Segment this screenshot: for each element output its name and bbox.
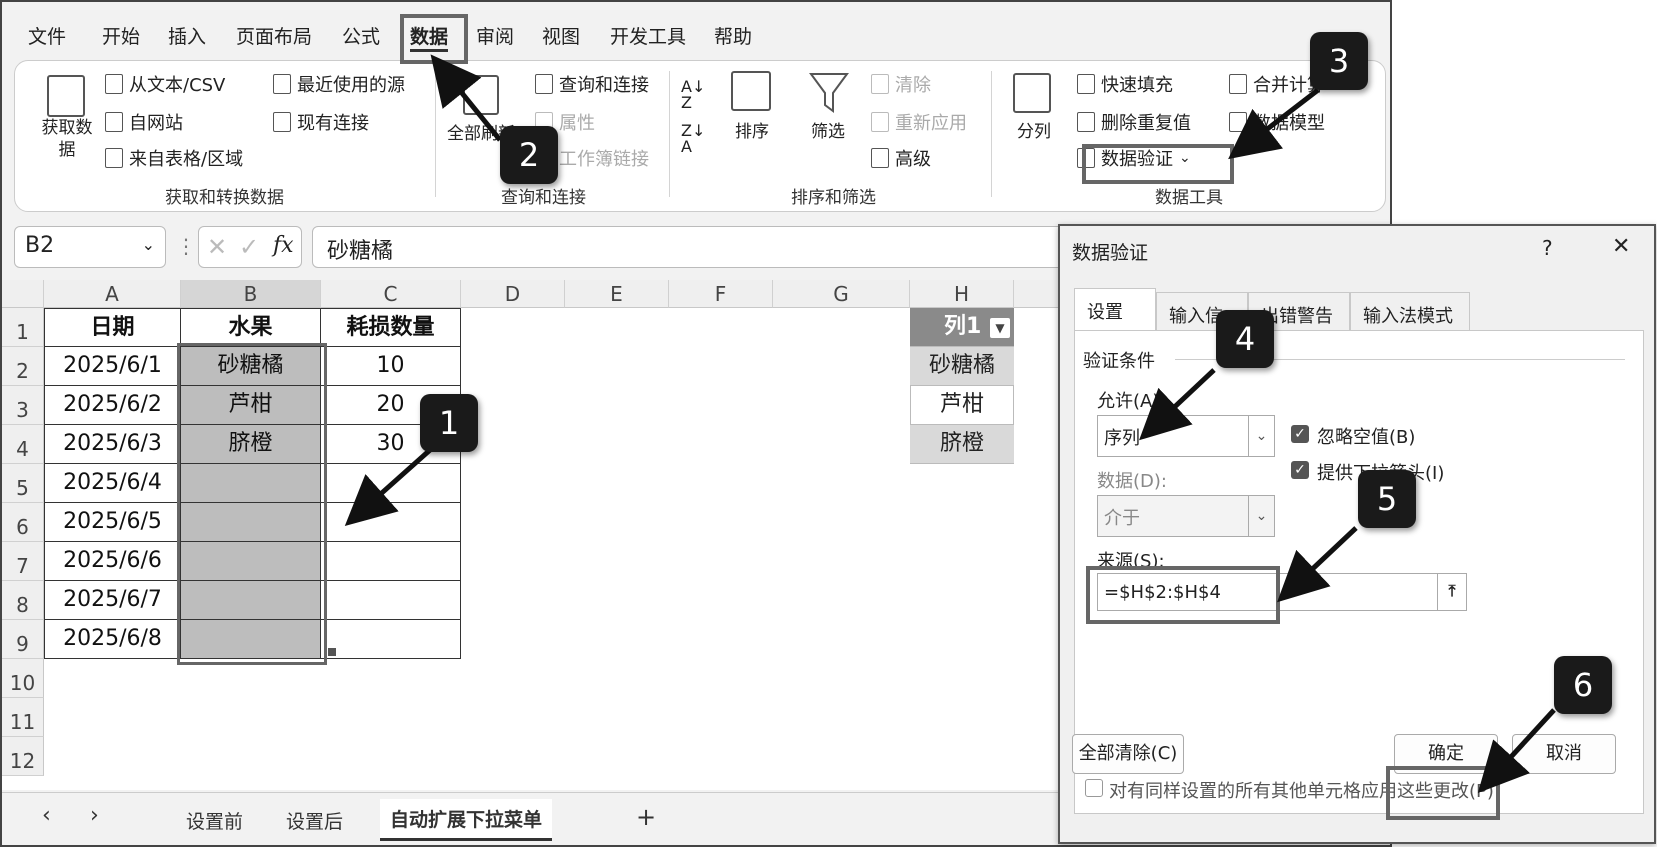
callout-2: 2 [500, 126, 558, 184]
callout-1: 1 [420, 394, 478, 452]
arrow-2 [430, 54, 502, 142]
annotation-arrows [344, 54, 1556, 794]
callout-4: 4 [1216, 310, 1274, 368]
arrow-3 [1228, 88, 1320, 160]
arrow-4 [1139, 368, 1216, 441]
arrow-1 [344, 448, 432, 526]
callout-5: 5 [1358, 470, 1416, 528]
callout-6: 6 [1554, 656, 1612, 714]
arrow-5 [1277, 526, 1358, 603]
callout-3: 3 [1310, 32, 1368, 90]
arrow-6 [1477, 708, 1556, 794]
